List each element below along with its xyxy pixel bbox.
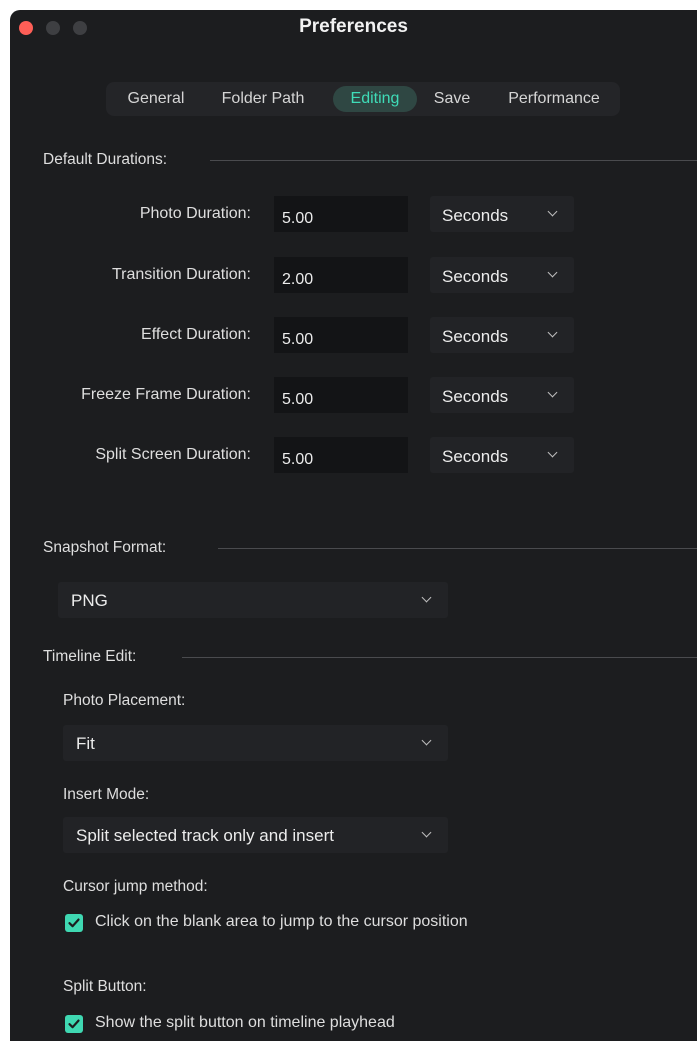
freeze-frame-duration-input[interactable]	[274, 377, 408, 413]
photo-placement-label: Photo Placement:	[63, 692, 186, 709]
window-title: Preferences	[299, 16, 408, 37]
transition-duration-input[interactable]	[274, 257, 408, 293]
split-button-label: Split Button:	[63, 978, 147, 995]
insert-mode-label: Insert Mode:	[63, 786, 150, 803]
cursor-jump-option-label: Click on the blank area to jump to the c…	[95, 913, 468, 930]
section-divider	[210, 160, 697, 161]
chevron-down-icon	[421, 735, 432, 746]
photo-placement-value: Fit	[76, 734, 95, 753]
transition-duration-unit-select[interactable]: Seconds	[430, 257, 574, 293]
chevron-down-icon	[547, 447, 558, 458]
tab-performance[interactable]: Performance	[492, 86, 616, 112]
photo-duration-label: Photo Duration:	[139, 205, 251, 222]
chevron-down-icon	[421, 827, 432, 838]
tab-folder-path[interactable]: Folder Path	[211, 86, 315, 112]
unit-select-value: Seconds	[442, 327, 509, 346]
effect-duration-label: Effect Duration:	[141, 326, 251, 343]
split-button-option-label: Show the split button on timeline playhe…	[95, 1014, 395, 1031]
checkbox-checked[interactable]	[65, 914, 83, 932]
unit-select-value: Seconds	[442, 206, 509, 225]
snapshot-format-heading: Snapshot Format:	[43, 539, 167, 556]
preferences-window: Preferences General Folder Path Editing …	[10, 10, 697, 1041]
checkmark-icon	[68, 1019, 80, 1029]
effect-duration-unit-select[interactable]: Seconds	[430, 317, 574, 353]
chevron-down-icon	[547, 327, 558, 338]
insert-mode-select[interactable]: Split selected track only and insert	[63, 817, 448, 853]
preferences-tab-bar: General Folder Path Editing Save Perform…	[106, 82, 620, 116]
snapshot-format-value: PNG	[71, 591, 108, 610]
tab-editing[interactable]: Editing	[333, 86, 417, 112]
timeline-edit-heading: Timeline Edit:	[43, 648, 137, 665]
split-screen-duration-unit-select[interactable]: Seconds	[430, 437, 574, 473]
chevron-down-icon	[421, 592, 432, 603]
effect-duration-input[interactable]	[274, 317, 408, 353]
photo-duration-unit-select[interactable]: Seconds	[430, 196, 574, 232]
unit-select-value: Seconds	[442, 447, 509, 466]
section-divider	[218, 548, 697, 549]
chevron-down-icon	[547, 206, 558, 217]
freeze-frame-duration-label: Freeze Frame Duration:	[81, 386, 251, 403]
section-divider	[182, 657, 697, 658]
cursor-jump-checkbox-row[interactable]: Click on the blank area to jump to the c…	[65, 913, 565, 933]
default-durations-heading: Default Durations:	[43, 151, 168, 168]
photo-duration-input[interactable]	[274, 196, 408, 232]
cursor-jump-method-label: Cursor jump method:	[63, 878, 208, 895]
freeze-frame-duration-unit-select[interactable]: Seconds	[430, 377, 574, 413]
chevron-down-icon	[547, 387, 558, 398]
unit-select-value: Seconds	[442, 267, 509, 286]
photo-placement-select[interactable]: Fit	[63, 725, 448, 761]
checkmark-icon	[68, 918, 80, 928]
insert-mode-value: Split selected track only and insert	[76, 826, 334, 845]
checkbox-checked[interactable]	[65, 1015, 83, 1033]
tab-save[interactable]: Save	[424, 86, 480, 112]
split-screen-duration-input[interactable]	[274, 437, 408, 473]
chevron-down-icon	[547, 267, 558, 278]
unit-select-value: Seconds	[442, 387, 509, 406]
transition-duration-label: Transition Duration:	[111, 266, 251, 283]
title-bar: Preferences	[10, 10, 697, 48]
split-button-checkbox-row[interactable]: Show the split button on timeline playhe…	[65, 1014, 485, 1034]
tab-general[interactable]: General	[118, 86, 194, 112]
snapshot-format-select[interactable]: PNG	[58, 582, 448, 618]
split-screen-duration-label: Split Screen Duration:	[95, 446, 251, 463]
